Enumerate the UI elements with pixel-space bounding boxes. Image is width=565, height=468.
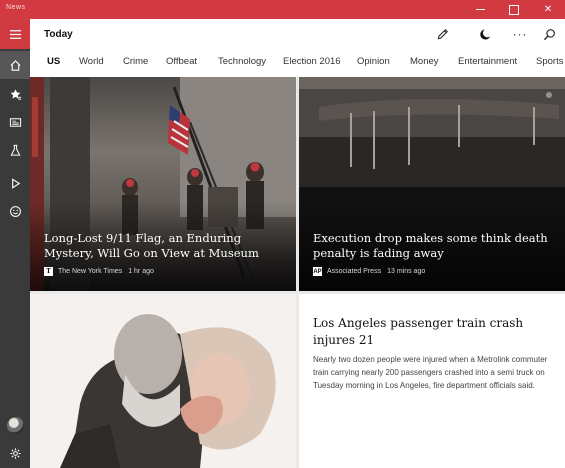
article-time: 1 hr ago: [128, 268, 154, 275]
article-source-row: T The New York Times 1 hr ago: [44, 267, 154, 276]
moon-icon: [479, 28, 490, 40]
article-card-train[interactable]: Los Angeles passenger train crash injure…: [299, 294, 565, 468]
nav-favorites[interactable]: [0, 80, 30, 108]
tab-technology[interactable]: Technology: [218, 56, 266, 67]
hamburger-icon: [9, 29, 21, 39]
close-button[interactable]: ✕: [531, 0, 565, 19]
article-card-flag[interactable]: Long-Lost 9/11 Flag, an Enduring Mystery…: [30, 77, 296, 291]
nav-interests[interactable]: [0, 136, 30, 164]
nav-home[interactable]: [0, 51, 30, 79]
tab-offbeat[interactable]: Offbeat: [166, 56, 197, 67]
nav-sidebar: [0, 19, 30, 468]
night-mode-button[interactable]: [476, 25, 494, 43]
gear-icon: [9, 447, 21, 459]
more-icon: ···: [512, 27, 528, 41]
play-icon: [11, 177, 20, 189]
article-source: Associated Press: [327, 268, 382, 275]
category-tabs: US World Crime Offbeat Technology Electi…: [30, 49, 565, 77]
settings-button[interactable]: [0, 439, 30, 467]
tab-opinion[interactable]: Opinion: [357, 56, 390, 67]
window-titlebar: News ✕: [0, 0, 565, 19]
nyt-logo: T: [44, 267, 53, 276]
tab-crime[interactable]: Crime: [123, 56, 148, 67]
smiley-icon: [9, 205, 21, 217]
nav-feedback[interactable]: [0, 197, 30, 225]
search-icon: [543, 28, 555, 40]
page-header: Today ···: [30, 19, 565, 49]
tab-world[interactable]: World: [79, 56, 104, 67]
nav-video[interactable]: [0, 169, 30, 197]
article-image: [30, 294, 296, 468]
more-button[interactable]: ···: [511, 25, 529, 43]
newspaper-icon: [9, 117, 21, 127]
flask-icon: [9, 144, 21, 156]
article-headline[interactable]: Long-Lost 9/11 Flag, an Enduring Mystery…: [44, 231, 294, 261]
tab-entertainment[interactable]: Entertainment: [458, 56, 517, 67]
menu-button[interactable]: [0, 19, 30, 49]
article-summary: Nearly two dozen people were injured whe…: [313, 355, 548, 390]
page-title: Today: [44, 29, 73, 40]
avatar: [6, 416, 24, 434]
edit-button[interactable]: [433, 25, 451, 43]
tab-sports[interactable]: Sports: [536, 56, 563, 67]
tab-money[interactable]: Money: [410, 56, 439, 67]
pencil-icon: [437, 28, 448, 39]
article-headline[interactable]: Execution drop makes some think death pe…: [313, 231, 558, 261]
news-feed: Long-Lost 9/11 Flag, an Enduring Mystery…: [30, 77, 565, 468]
home-icon: [9, 59, 21, 71]
ap-logo: AP: [313, 267, 322, 276]
tab-election-2016[interactable]: Election 2016: [283, 56, 341, 67]
article-time: 13 mins ago: [387, 268, 426, 275]
article-card-execution[interactable]: Execution drop makes some think death pe…: [299, 77, 565, 291]
article-image-card[interactable]: [30, 294, 296, 468]
tab-us[interactable]: US: [47, 56, 60, 67]
article-headline[interactable]: Los Angeles passenger train crash injure…: [313, 315, 558, 349]
minimize-button[interactable]: [463, 0, 497, 19]
star-icon: [10, 88, 21, 100]
nav-local[interactable]: [0, 108, 30, 136]
account-button[interactable]: [0, 411, 30, 439]
search-button[interactable]: [540, 25, 558, 43]
app-name: News: [6, 4, 26, 11]
article-source-row: AP Associated Press 13 mins ago: [313, 267, 425, 276]
maximize-button[interactable]: [497, 0, 531, 19]
article-source: The New York Times: [58, 268, 123, 275]
